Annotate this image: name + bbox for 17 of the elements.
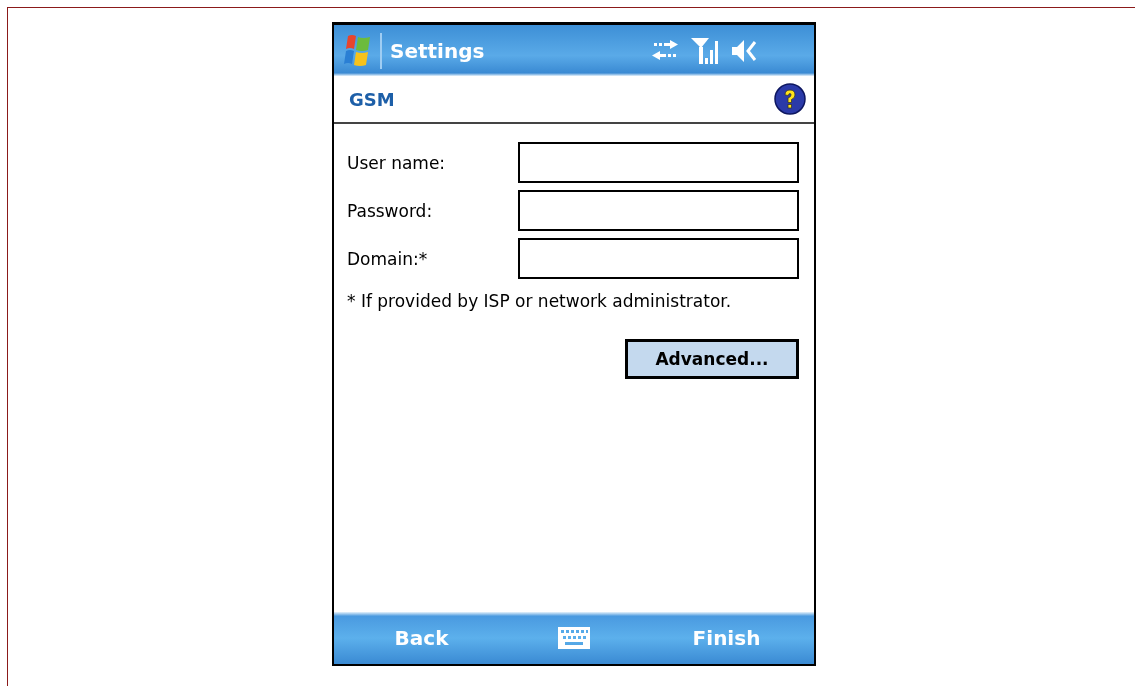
windows-logo-icon [342,32,372,69]
field-label: Password: [347,200,433,221]
input-field[interactable] [518,190,799,231]
data-transfer-icon [650,39,680,62]
input-field[interactable] [518,142,799,183]
input-field[interactable] [518,238,799,279]
window-title: Settings [380,32,485,69]
page-title: GSM [349,88,395,110]
footnote-text: * If provided by ISP or network administrator. [347,291,733,311]
field-label: User name: [347,152,446,173]
keyboard-icon[interactable] [557,626,591,650]
help-icon[interactable] [774,83,806,115]
signal-icon [690,35,720,66]
back-button[interactable]: Back [334,626,509,650]
finish-button[interactable]: Finish [639,626,814,650]
field-label: Domain:* [347,248,428,269]
advanced-button[interactable]: Advanced... [625,339,799,379]
